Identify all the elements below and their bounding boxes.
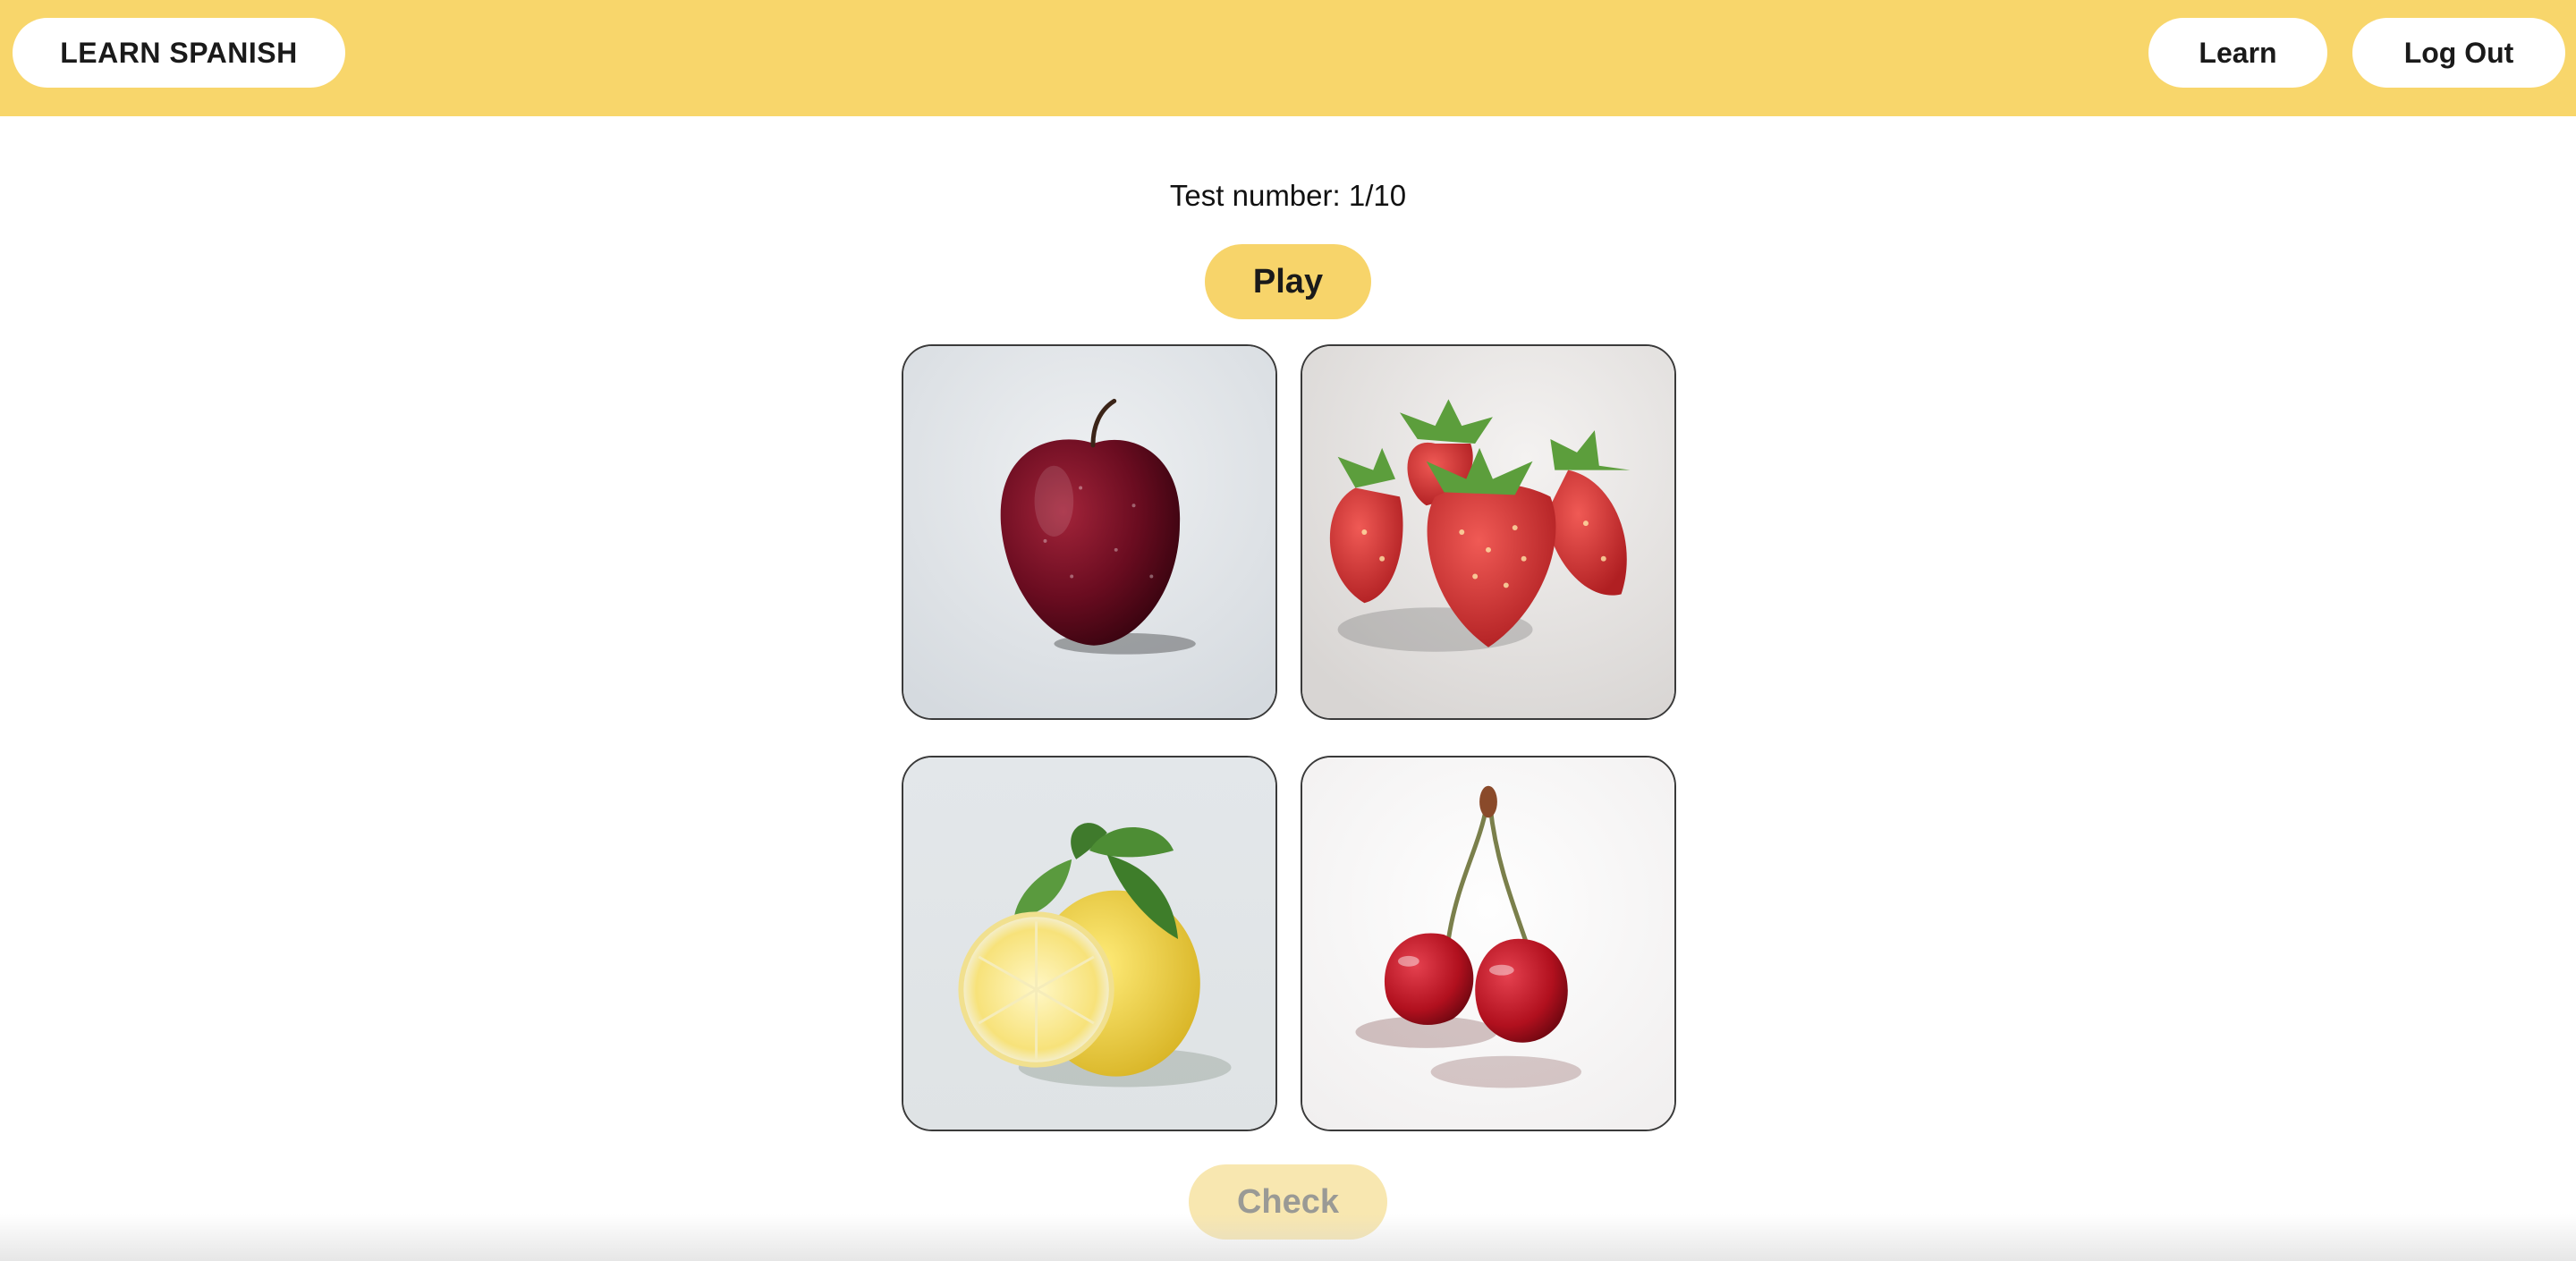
top-bar: LEARN SPANISH Learn Log Out bbox=[0, 0, 2576, 116]
option-card-apple[interactable] bbox=[902, 344, 1277, 720]
option-card-lemon[interactable] bbox=[902, 756, 1277, 1131]
lemon-icon bbox=[903, 757, 1275, 1130]
option-card-strawberry[interactable] bbox=[1301, 344, 1676, 720]
learn-button[interactable]: Learn bbox=[2148, 18, 2327, 88]
bottom-shadow bbox=[0, 1214, 2576, 1261]
brand-button[interactable]: LEARN SPANISH bbox=[13, 18, 345, 88]
logout-button[interactable]: Log Out bbox=[2352, 18, 2565, 88]
play-button[interactable]: Play bbox=[1205, 244, 1371, 319]
strawberry-icon bbox=[1302, 346, 1674, 718]
option-card-cherry[interactable] bbox=[1301, 756, 1676, 1131]
test-counter: Test number: 1/10 bbox=[1169, 179, 1407, 212]
cherry-icon bbox=[1302, 757, 1674, 1130]
apple-icon bbox=[903, 346, 1275, 718]
